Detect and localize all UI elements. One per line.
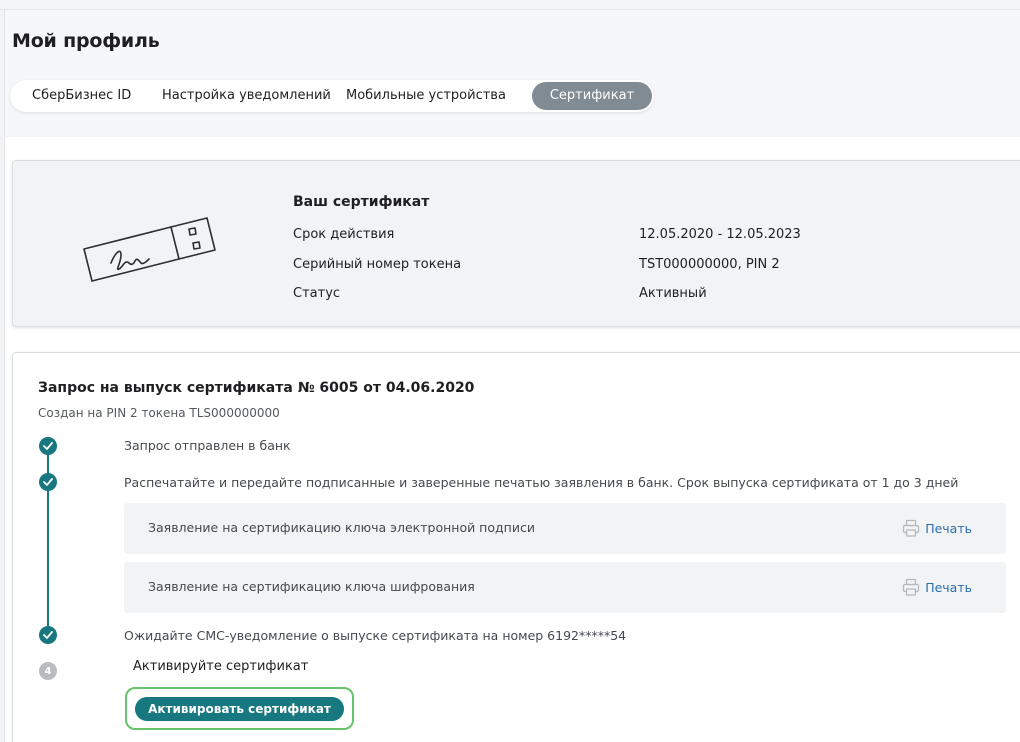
document-row: Заявление на сертификацию ключа электрон…	[124, 503, 1006, 554]
document-label: Заявление на сертификацию ключа шифрован…	[148, 579, 475, 594]
profile-header	[4, 10, 1020, 136]
status-label: Статус	[293, 286, 341, 301]
step-request-sent: Запрос отправлен в банк	[124, 438, 291, 453]
printer-icon	[903, 578, 920, 596]
tab-mobile-devices[interactable]: Мобильные устройства	[346, 80, 506, 112]
top-bar	[0, 0, 1020, 10]
step-await-sms: Ожидайте СМС-уведомление о выпуске серти…	[124, 628, 627, 643]
document-row: Заявление на сертификацию ключа шифрован…	[124, 562, 1006, 613]
certificate-title: Ваш сертификат	[293, 194, 430, 210]
request-subtitle: Создан на PIN 2 токена TLS000000000	[38, 406, 280, 420]
tab-sberbusiness-id[interactable]: СберБизнес ID	[32, 80, 131, 112]
print-button[interactable]: Печать	[901, 577, 972, 597]
print-label: Печать	[925, 520, 972, 536]
print-button[interactable]: Печать	[901, 518, 972, 538]
profile-tabs: СберБизнес ID Настройка уведомлений Моби…	[10, 80, 654, 112]
document-label: Заявление на сертификацию ключа электрон…	[148, 520, 535, 535]
validity-value: 12.05.2020 - 12.05.2023	[639, 227, 801, 242]
check-icon	[39, 626, 57, 644]
tab-certificate[interactable]: Сертификат	[532, 82, 652, 110]
activate-button-highlight: Активировать сертификат	[125, 687, 354, 730]
check-icon	[39, 473, 57, 491]
check-icon	[39, 437, 57, 455]
print-label: Печать	[925, 579, 972, 595]
request-title: Запрос на выпуск сертификата № 6005 от 0…	[38, 380, 475, 396]
page-title: Мой профиль	[12, 30, 160, 52]
status-value: Активный	[639, 286, 707, 301]
step-activate: Активируйте сертификат	[133, 659, 309, 674]
validity-label: Срок действия	[293, 227, 395, 242]
step-print-documents: Распечатайте и передайте подписанные и з…	[124, 475, 959, 490]
usb-token-icon	[83, 217, 216, 282]
printer-icon	[903, 519, 920, 537]
tab-notification-settings[interactable]: Настройка уведомлений	[162, 80, 331, 112]
step-number-badge: 4	[39, 662, 57, 680]
token-serial-label: Серийный номер токена	[293, 257, 462, 272]
certificate-card: Ваш сертификат Срок действия 12.05.2020 …	[12, 160, 1020, 327]
token-serial-value: TST000000000, PIN 2	[639, 257, 780, 272]
activate-certificate-button[interactable]: Активировать сертификат	[135, 697, 344, 721]
